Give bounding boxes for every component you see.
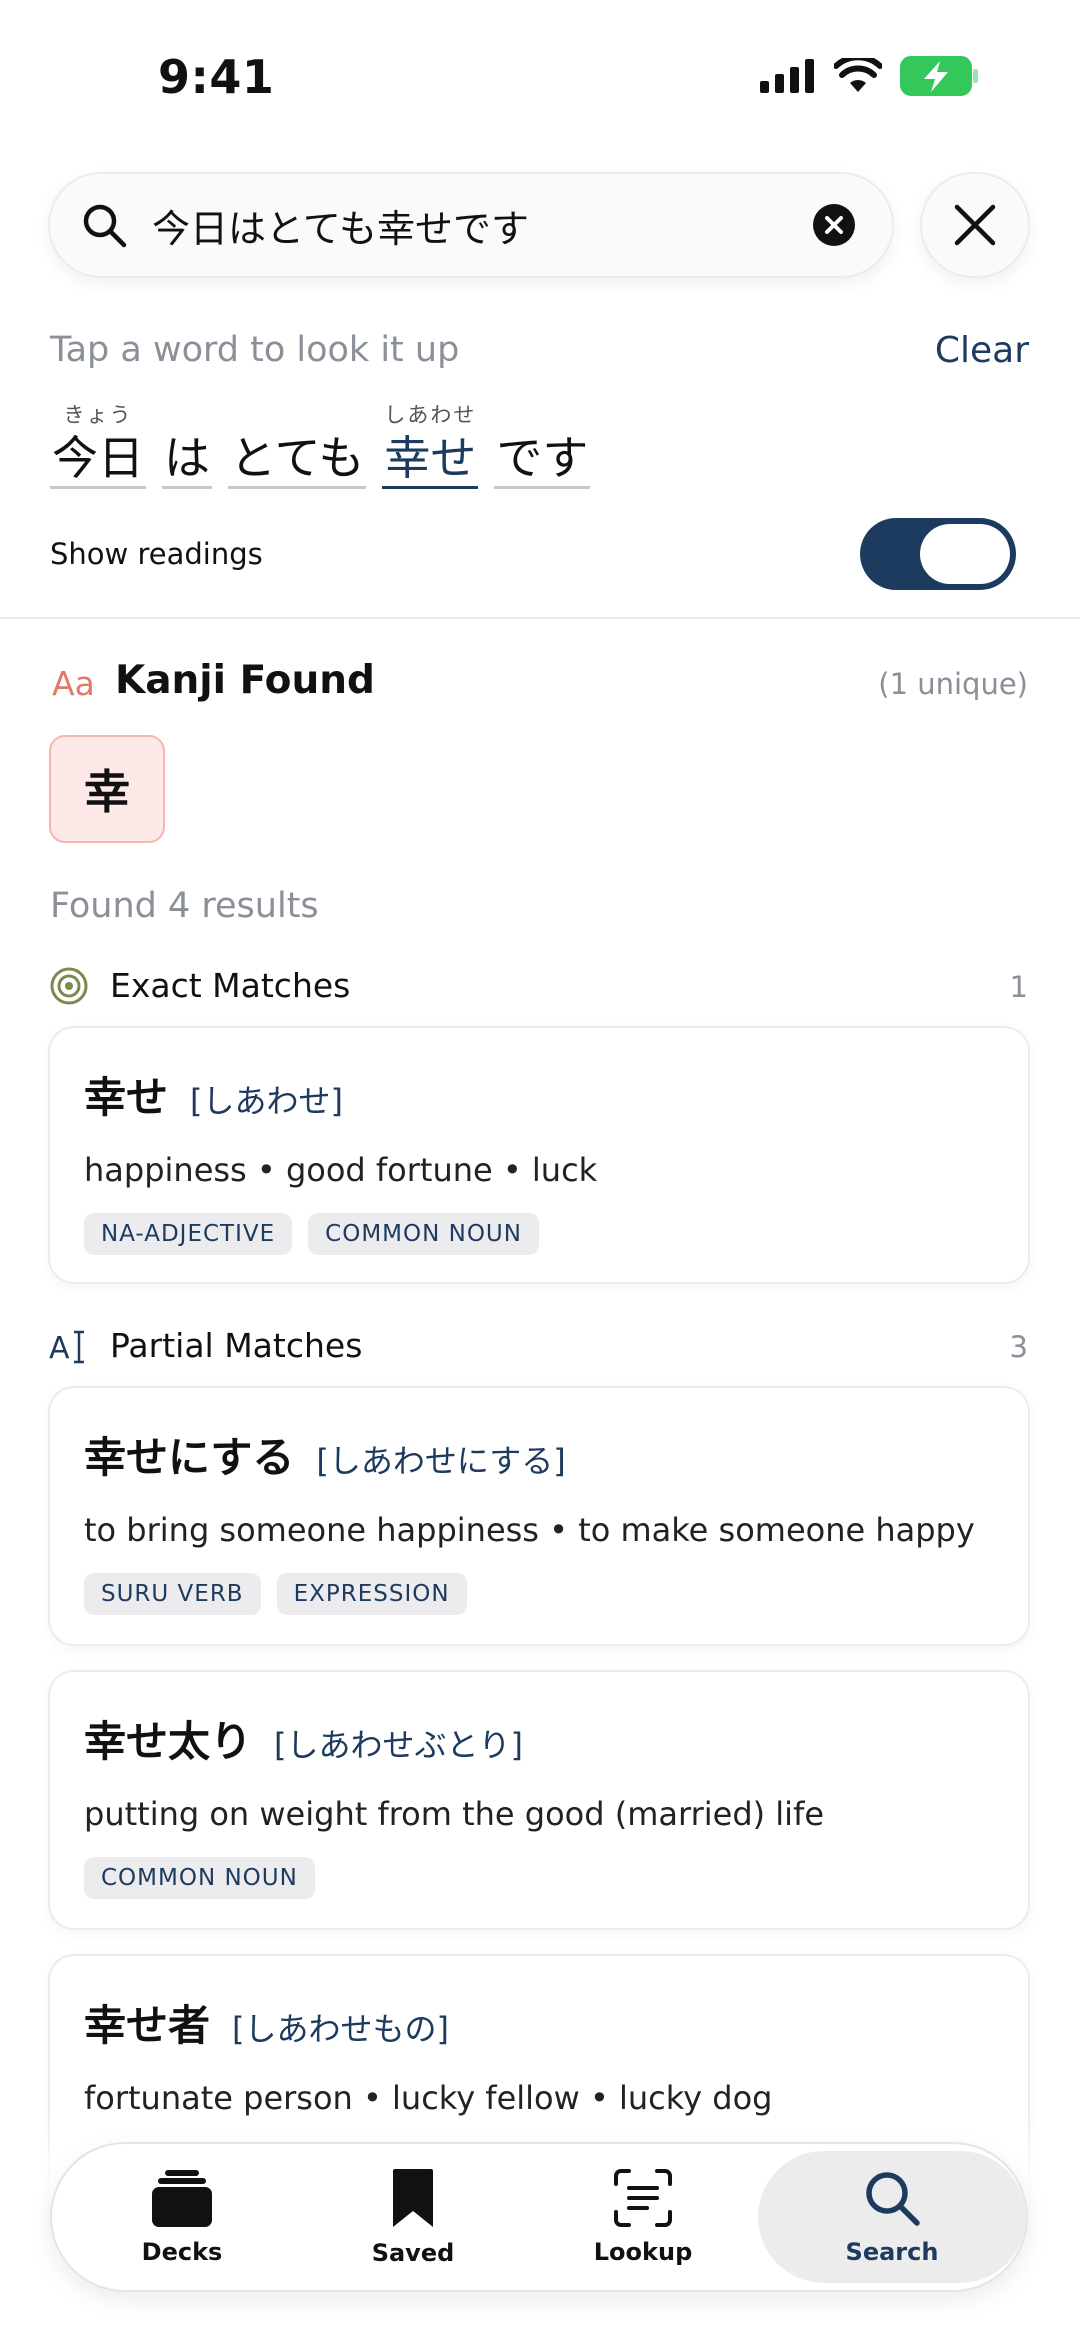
result-card[interactable]: 幸せにする [しあわせにする] to bring someone happine…	[48, 1386, 1030, 1646]
status-icons	[760, 56, 980, 96]
token-reading: しあわせ	[384, 403, 477, 427]
token-surface: は	[162, 430, 212, 489]
entry-meaning: putting on weight from the good (married…	[84, 1795, 825, 1833]
entry-tag: COMMON NOUN	[308, 1213, 539, 1255]
tab-lookup[interactable]: Lookup	[528, 2144, 758, 2290]
kanji-found-icon: Aa	[52, 664, 95, 703]
battery-charging-icon	[900, 56, 978, 96]
result-card[interactable]: 幸せ太り [しあわせぶとり] putting on weight from th…	[48, 1670, 1030, 1930]
tab-search[interactable]: Search	[758, 2151, 1026, 2283]
toggle-knob	[920, 524, 1010, 584]
token-reading: きょう	[63, 403, 133, 427]
entry-reading: [しあわせぶとり]	[274, 1726, 523, 1764]
token-surface: 今日	[50, 430, 146, 489]
show-readings-label: Show readings	[50, 537, 263, 571]
entry-word: 幸せ太り	[84, 1717, 253, 1766]
tab-label: Lookup	[593, 2238, 693, 2266]
partial-matches-count: 3	[1009, 1330, 1028, 1364]
token-totemo[interactable]: とても	[228, 400, 367, 489]
entry-tag: SURU VERB	[84, 1573, 261, 1615]
token-desu[interactable]: です	[494, 400, 591, 489]
entry-word: 幸せ	[84, 1073, 169, 1122]
wifi-icon	[834, 58, 882, 92]
entry-meaning: happiness • good fortune • luck	[84, 1151, 598, 1189]
entry-word: 幸せ者	[84, 2001, 211, 2050]
tab-label: Saved	[371, 2239, 455, 2267]
entry-meaning: to bring someone happiness • to make som…	[84, 1511, 975, 1549]
close-button[interactable]	[920, 172, 1030, 278]
results-summary: Found 4 results	[50, 886, 319, 926]
search-icon	[83, 204, 127, 248]
close-icon	[954, 204, 996, 246]
token-kyou[interactable]: きょう 今日	[50, 400, 146, 489]
token-shiawase[interactable]: しあわせ 幸せ	[382, 400, 479, 489]
decks-icon	[152, 2170, 212, 2227]
cellular-signal-icon	[760, 59, 814, 93]
lookup-hint: Tap a word to look it up	[50, 330, 460, 370]
target-icon	[50, 967, 88, 1005]
bookmark-icon	[393, 2169, 433, 2227]
token-wa[interactable]: は	[162, 400, 212, 489]
entry-reading: [しあわせもの]	[232, 2010, 449, 2048]
tab-decks[interactable]: Decks	[67, 2144, 297, 2290]
show-readings-toggle[interactable]	[860, 518, 1016, 590]
kanji-found-title: Kanji Found	[115, 658, 375, 703]
search-input[interactable]: 今日はとても幸せです	[152, 198, 812, 253]
scan-text-icon	[614, 2169, 672, 2227]
text-cursor-icon: A	[49, 1330, 84, 1366]
search-bar[interactable]: 今日はとても幸せです	[48, 172, 894, 278]
entry-tag: COMMON NOUN	[84, 1857, 315, 1899]
divider	[0, 617, 1080, 619]
bottom-tab-bar: Decks Saved Lookup Search	[50, 2142, 1028, 2292]
exact-matches-count: 1	[1009, 970, 1028, 1004]
exact-matches-title: Exact Matches	[110, 966, 351, 1005]
clear-search-icon[interactable]	[812, 203, 856, 247]
token-surface: 幸せ	[382, 430, 479, 489]
entry-word: 幸せにする	[84, 1433, 295, 1482]
result-card[interactable]: 幸せ [しあわせ] happiness • good fortune • luc…	[48, 1026, 1030, 1284]
clear-button[interactable]: Clear	[935, 330, 1029, 371]
sentence-tokens: きょう 今日 は とても しあわせ 幸せ です	[50, 400, 591, 489]
entry-tag: NA-ADJECTIVE	[84, 1213, 293, 1255]
svg-text:A: A	[49, 1331, 70, 1366]
token-surface: です	[494, 430, 591, 489]
kanji-tile[interactable]: 幸	[49, 735, 165, 843]
token-surface: とても	[228, 430, 367, 489]
kanji-found-count: (1 unique)	[878, 667, 1028, 701]
status-time: 9:41	[158, 50, 275, 104]
entry-reading: [しあわせ]	[190, 1082, 343, 1120]
tab-label: Search	[845, 2238, 939, 2266]
tab-saved[interactable]: Saved	[298, 2144, 528, 2290]
entry-reading: [しあわせにする]	[316, 1442, 566, 1480]
entry-tag: EXPRESSION	[276, 1573, 467, 1615]
search-icon	[866, 2172, 920, 2226]
partial-matches-title: Partial Matches	[110, 1326, 363, 1365]
tab-label: Decks	[141, 2238, 223, 2266]
